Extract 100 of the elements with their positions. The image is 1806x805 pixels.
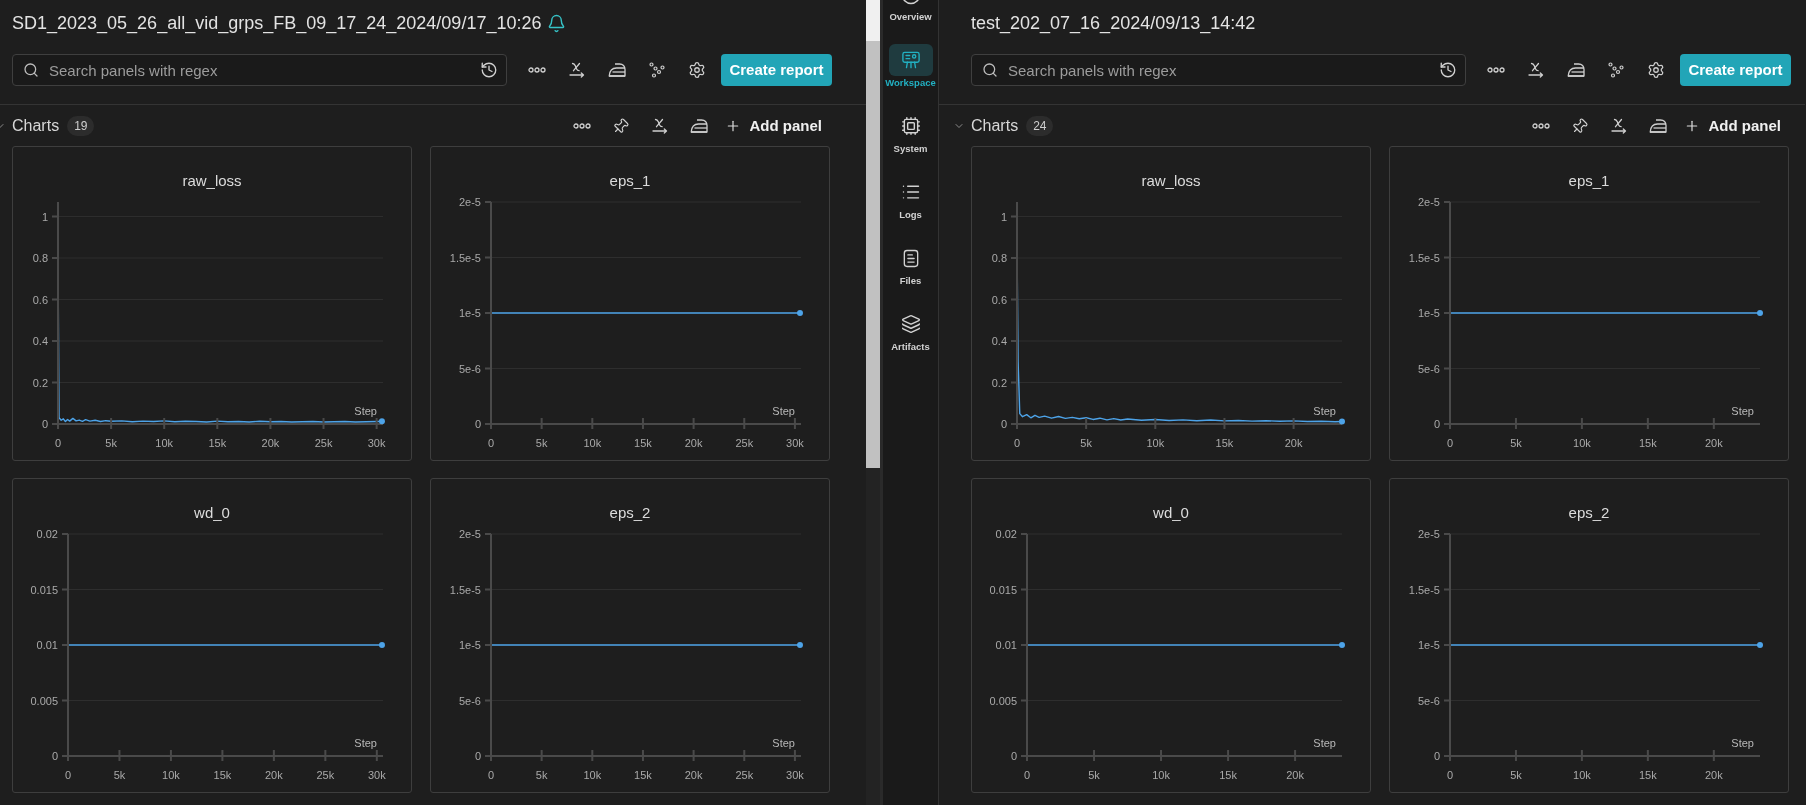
tick-label: 15k bbox=[1639, 437, 1657, 449]
tick-label: 0.005 bbox=[989, 694, 1017, 707]
axis-title: Step bbox=[772, 405, 795, 417]
sidebar-item[interactable]: Artifacts bbox=[883, 308, 938, 354]
iron-icon[interactable] bbox=[690, 119, 708, 133]
x-axis-icon[interactable] bbox=[569, 62, 585, 78]
tick-label: 0.6 bbox=[991, 293, 1007, 306]
list-icon[interactable] bbox=[900, 182, 921, 202]
tick-label: 30k bbox=[786, 769, 804, 781]
tick-label: 20k bbox=[261, 437, 280, 449]
end-point-icon bbox=[1757, 642, 1763, 648]
tick-label: 30k bbox=[367, 769, 386, 781]
chart-title: eps_1 bbox=[609, 171, 651, 191]
sidebar-item[interactable]: Logs bbox=[883, 176, 938, 222]
ellipsis-icon[interactable] bbox=[1532, 123, 1550, 129]
tick-label: 30k bbox=[786, 437, 804, 449]
sidebar-item[interactable]: Overview bbox=[883, 0, 938, 24]
settings-icon[interactable] bbox=[1647, 61, 1665, 79]
tick-label: 2e-5 bbox=[458, 528, 481, 540]
run-title: test_202_07_16_2024/09/13_14:42 bbox=[971, 12, 1256, 34]
iron-icon[interactable] bbox=[608, 63, 626, 77]
section-title[interactable]: Charts bbox=[12, 114, 60, 138]
end-point-icon bbox=[797, 310, 803, 316]
tick-label: 5e-6 bbox=[1417, 362, 1440, 375]
settings-icon[interactable] bbox=[688, 61, 706, 79]
sidebar-item[interactable]: Files bbox=[883, 242, 938, 288]
axis-title: Step bbox=[354, 737, 377, 749]
tick-label: 1 bbox=[1000, 210, 1007, 223]
sidebar-item[interactable]: System bbox=[883, 110, 938, 156]
axis-title: Step bbox=[1731, 737, 1754, 749]
history-icon[interactable] bbox=[480, 61, 498, 79]
bell-icon[interactable] bbox=[547, 13, 567, 33]
tick-label: 5k bbox=[535, 769, 548, 781]
tick-label: 5k bbox=[1080, 437, 1092, 449]
chart-title: wd_0 bbox=[194, 503, 230, 523]
tick-label: 0 bbox=[487, 769, 495, 781]
tick-label: 25k bbox=[314, 437, 333, 449]
tick-label: 20k bbox=[265, 769, 283, 781]
chart-title: raw_loss bbox=[182, 171, 242, 191]
tick-label: 20k bbox=[1286, 769, 1304, 781]
count-badge: 19 bbox=[67, 116, 95, 136]
scatter-plot-icon[interactable] bbox=[1608, 62, 1624, 78]
sidebar-item[interactable]: Workspace bbox=[883, 44, 938, 90]
tick-label: 10k bbox=[1152, 769, 1170, 781]
tick-label: 0 bbox=[474, 750, 481, 762]
tick-label: 15k bbox=[1639, 769, 1657, 781]
tick-label: 0.4 bbox=[991, 335, 1007, 347]
tick-label: 0.2 bbox=[991, 376, 1007, 389]
tick-label: 15k bbox=[634, 437, 652, 449]
search-field[interactable]: Search panels with regex bbox=[971, 54, 1466, 86]
end-point-icon bbox=[1339, 418, 1345, 425]
tick-label: 10k bbox=[1573, 437, 1591, 449]
chart-title: wd_0 bbox=[1153, 503, 1189, 523]
tick-label: 0.01 bbox=[36, 639, 58, 651]
chip-icon[interactable] bbox=[900, 116, 921, 136]
history-icon[interactable] bbox=[1439, 61, 1457, 79]
tick-label: 1e-5 bbox=[458, 639, 481, 651]
end-point-icon bbox=[378, 642, 385, 648]
tick-label: 15k bbox=[213, 769, 232, 781]
search-icon bbox=[23, 62, 39, 78]
tick-label: 5k bbox=[113, 769, 126, 781]
add-panel-button[interactable]: Add panel bbox=[1684, 114, 1781, 138]
tick-label: 1e-5 bbox=[1417, 639, 1440, 651]
tick-label: 0.8 bbox=[991, 252, 1007, 264]
end-point-icon bbox=[1339, 642, 1345, 648]
chart-title: eps_1 bbox=[1568, 171, 1610, 191]
tick-label: 0.02 bbox=[36, 528, 58, 540]
x-axis-icon[interactable] bbox=[652, 118, 668, 134]
tick-label: 0.015 bbox=[989, 583, 1017, 596]
layers-icon[interactable] bbox=[900, 314, 921, 334]
tick-label: 20k bbox=[684, 769, 703, 781]
file-icon[interactable] bbox=[902, 248, 919, 268]
add-panel-button[interactable]: Add panel bbox=[725, 114, 822, 138]
ellipsis-icon[interactable] bbox=[528, 67, 546, 73]
scatter-plot-icon[interactable] bbox=[649, 62, 665, 78]
tick-label: 0.005 bbox=[30, 694, 58, 707]
tick-label: 5k bbox=[535, 437, 548, 449]
section-title[interactable]: Charts bbox=[971, 114, 1019, 138]
easel-icon[interactable] bbox=[888, 44, 933, 76]
chart-title: raw_loss bbox=[1141, 171, 1201, 191]
axis-title: Step bbox=[354, 405, 377, 417]
iron-icon[interactable] bbox=[1649, 119, 1667, 133]
tick-label: 1.5e-5 bbox=[1408, 251, 1440, 264]
tick-label: 20k bbox=[684, 437, 703, 449]
tick-label: 0 bbox=[1000, 418, 1007, 430]
ellipsis-icon[interactable] bbox=[573, 123, 591, 129]
iron-icon[interactable] bbox=[1567, 63, 1585, 77]
search-icon bbox=[982, 62, 998, 78]
tick-label: 0.01 bbox=[995, 639, 1017, 651]
run-title: SD1_2023_05_26_all_vid_grps_FB_09_17_24_2024/09/17_10:26 bbox=[12, 12, 542, 34]
x-axis-icon[interactable] bbox=[1528, 62, 1544, 78]
search-field[interactable]: Search panels with regex bbox=[12, 54, 507, 86]
tick-label: 0 bbox=[1433, 418, 1440, 430]
tick-label: 5k bbox=[105, 437, 117, 449]
tick-label: 0 bbox=[1446, 769, 1454, 781]
tick-label: 1.5e-5 bbox=[449, 583, 481, 596]
ellipsis-icon[interactable] bbox=[1487, 67, 1505, 73]
x-axis-icon[interactable] bbox=[1611, 118, 1627, 134]
tick-label: 0.015 bbox=[30, 583, 58, 596]
tick-label: 1 bbox=[41, 210, 48, 223]
